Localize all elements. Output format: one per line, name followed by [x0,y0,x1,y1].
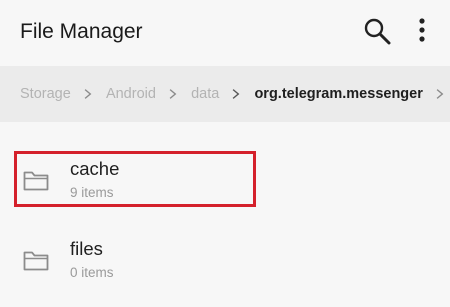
chevron-right-icon [169,89,177,99]
breadcrumb-item-android[interactable]: Android [106,84,156,104]
chevron-right-icon [436,89,444,99]
breadcrumb-item-storage[interactable]: Storage [20,84,71,104]
folder-name: files [70,238,103,259]
more-vert-icon [419,18,425,42]
chevron-right-icon [232,89,240,99]
folder-name: cache [70,158,120,179]
breadcrumb: Storage Android data org.telegram.messen… [0,66,450,122]
search-icon [364,18,391,45]
folder-item-cache[interactable]: cache 9 items [0,148,450,218]
folder-item-count: 9 items [70,185,114,200]
folder-icon [23,251,49,271]
search-button[interactable] [360,14,396,50]
folder-item-count: 0 items [70,265,114,280]
more-options-button[interactable] [408,14,436,50]
folder-icon [23,171,49,191]
app-bar: File Manager [0,0,450,66]
app-title: File Manager [20,20,143,43]
breadcrumb-item-current[interactable]: org.telegram.messenger [254,84,422,104]
chevron-right-icon [84,89,92,99]
folder-item-files[interactable]: files 0 items [0,228,450,298]
breadcrumb-item-data[interactable]: data [191,84,219,104]
file-manager-app: File Manager Storage Android data org.te… [0,0,450,307]
